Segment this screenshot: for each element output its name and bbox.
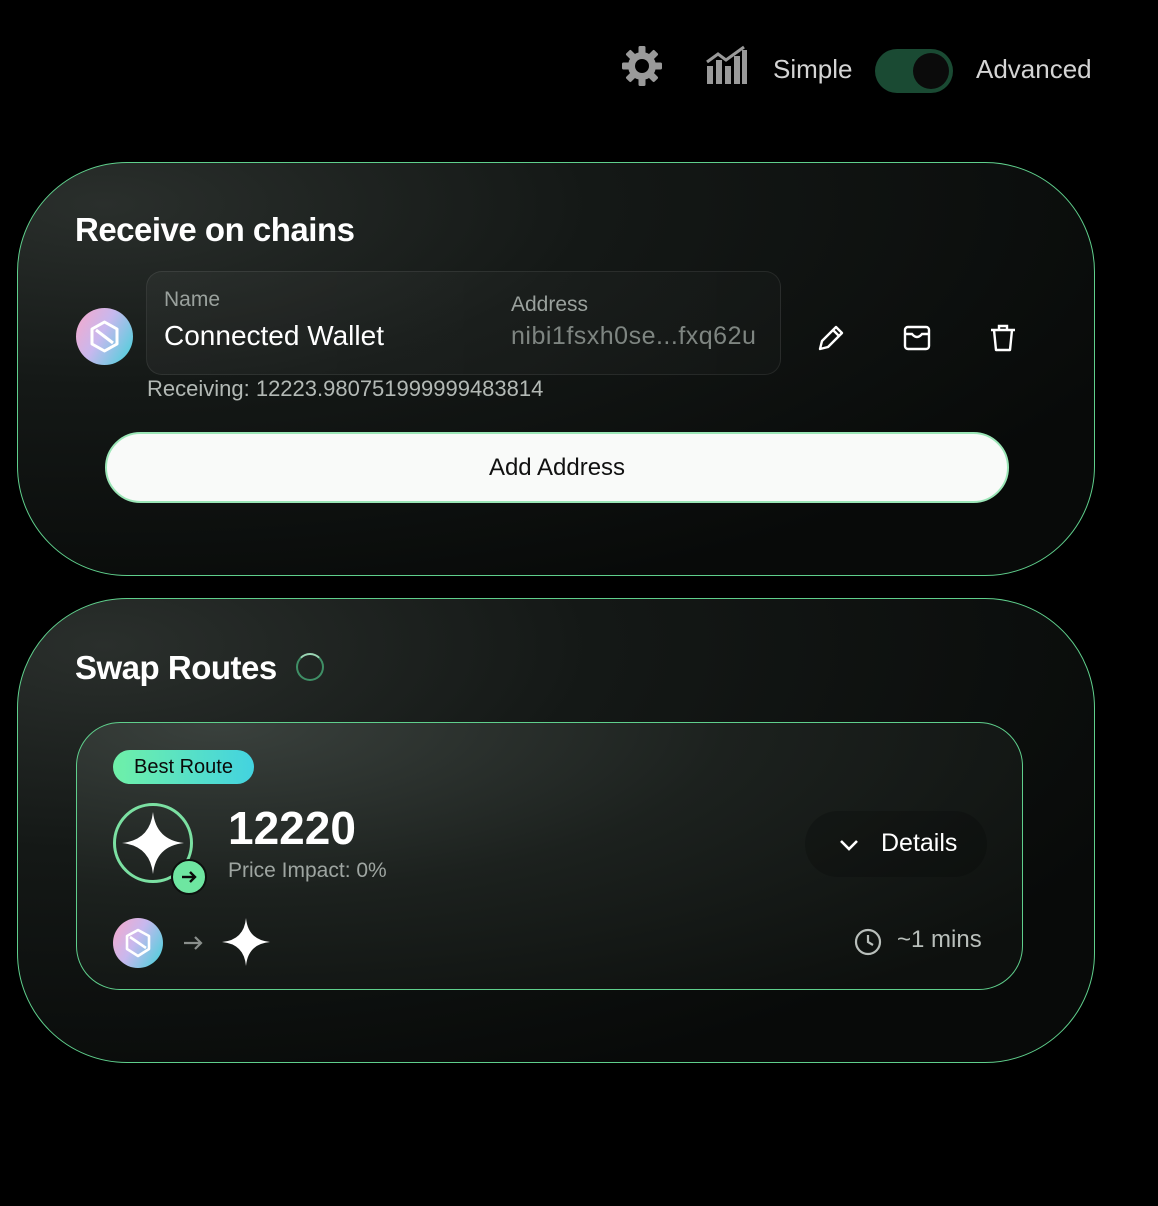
details-button[interactable]: Details [805,811,987,877]
receive-card: Receive on chains Name Connected Wallet … [17,162,1095,576]
wallet-avatar [76,308,133,365]
chevron-down-icon [840,840,858,851]
wallet-name: Connected Wallet [164,320,384,351]
gear-icon[interactable] [620,44,664,88]
loading-spinner-icon [296,653,324,681]
receive-title: Receive on chains [75,211,355,248]
add-address-button[interactable]: Add Address [105,432,1009,503]
pencil-icon[interactable] [814,321,848,355]
route-card[interactable]: Best Route 12220 Price Impact: 0% Detail… [76,722,1023,990]
mode-toggle[interactable] [875,49,953,93]
wallet-address: nibi1fsxh0se...fxq62u [511,322,757,350]
arrow-right-icon [184,936,203,950]
arrow-right-badge-icon [171,859,207,895]
mode-advanced-label[interactable]: Advanced [976,54,1092,85]
wallet-icon[interactable] [900,321,934,355]
name-label: Name [164,288,221,311]
chart-icon[interactable] [704,44,750,86]
mode-simple-label[interactable]: Simple [773,54,852,85]
best-route-badge: Best Route [113,750,254,784]
details-label: Details [881,829,958,857]
source-wallet-icon [113,918,163,968]
swap-card: Swap Routes Best Route 12220 Price Impac… [17,598,1095,1063]
toggle-knob [913,53,949,89]
estimated-time: ~1 mins [897,926,982,953]
wallet-entry: Name Connected Wallet Address nibi1fsxh0… [146,271,781,375]
sparkle-icon [222,918,270,966]
swap-title: Swap Routes [75,649,277,686]
clock-icon [854,928,882,956]
nibiru-logo-icon [90,320,119,353]
price-impact: Price Impact: 0% [228,859,387,882]
top-toolbar: Simple Advanced [0,40,1158,104]
receiving-amount: Receiving: 12223.980751999999483814 [147,376,544,401]
trash-icon[interactable] [986,321,1020,355]
route-amount: 12220 [228,802,356,854]
address-label: Address [511,293,589,316]
